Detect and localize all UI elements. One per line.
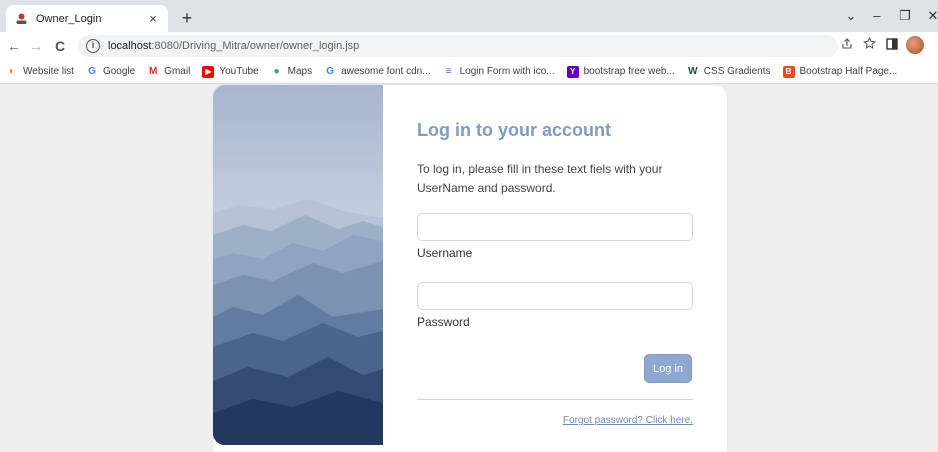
- bookmark-item[interactable]: Ybootstrap free web...: [566, 65, 675, 78]
- url-host: localhost: [108, 40, 152, 52]
- password-label: Password: [417, 315, 470, 329]
- close-window-button[interactable]: ✕: [922, 6, 938, 26]
- tab-search-icon[interactable]: ⌄: [840, 6, 862, 26]
- login-card: Log in to your account To log in, please…: [213, 85, 727, 452]
- bookmark-label: Google: [102, 66, 136, 77]
- bookmark-label: bootstrap free web...: [583, 66, 675, 77]
- share-icon[interactable]: [838, 37, 856, 55]
- codepen-icon: ≡: [445, 66, 452, 77]
- side-panel-icon[interactable]: [883, 37, 901, 55]
- page-content: Log in to your account To log in, please…: [0, 85, 938, 452]
- website-icon: ◐: [8, 66, 16, 77]
- tab-title: Owner_Login: [36, 12, 102, 25]
- bookmark-item[interactable]: ◐ Website list: [6, 66, 74, 78]
- youtube-icon: ▶: [202, 65, 215, 78]
- bookmark-label: awesome font cdn...: [341, 66, 431, 77]
- username-label: Username: [417, 246, 473, 260]
- minimize-button[interactable]: –: [866, 6, 888, 26]
- google-icon: G: [88, 66, 96, 77]
- site-favicon-icon: [14, 12, 28, 26]
- mountain-image: [213, 85, 383, 445]
- forgot-password-link[interactable]: Forgot password? Click here.: [563, 415, 693, 426]
- profile-avatar[interactable]: [906, 36, 924, 54]
- yahoo-icon: Y: [566, 65, 579, 78]
- tab-owner-login[interactable]: Owner_Login ×: [6, 5, 168, 32]
- url-path: :8080/Driving_Mitra/owner/owner_login.js…: [151, 40, 360, 52]
- maps-icon: ●: [273, 66, 280, 77]
- bookmark-item[interactable]: W CSS Gradients: [687, 66, 771, 78]
- tab-strip: Owner_Login × + ⌄ – ❐ ✕: [0, 0, 938, 32]
- bookmark-item[interactable]: M Gmail: [147, 66, 190, 78]
- bookmark-item[interactable]: B Bootstrap Half Page...: [782, 65, 898, 78]
- login-button[interactable]: Log in: [644, 354, 692, 383]
- forward-button[interactable]: →: [26, 36, 46, 56]
- bookmark-label: CSS Gradients: [703, 66, 771, 77]
- new-tab-button[interactable]: +: [176, 7, 198, 29]
- bookmark-label: YouTube: [219, 66, 259, 77]
- bookmark-star-icon[interactable]: [860, 36, 878, 55]
- reload-button[interactable]: C: [50, 36, 70, 56]
- gmail-icon: M: [149, 66, 158, 77]
- bookmarks-bar: ◐ Website list G Google M Gmail ▶ YouTube ● Maps G…: [0, 60, 938, 84]
- bookmark-label: Gmail: [164, 66, 191, 77]
- bookmark-item[interactable]: Gawesome font cdn...: [324, 66, 431, 78]
- bootstrap-icon: B: [782, 65, 795, 78]
- bookmark-item[interactable]: ● Maps: [271, 66, 312, 78]
- restore-button[interactable]: ❐: [894, 6, 916, 26]
- bookmark-label: Login Form with ico...: [459, 66, 555, 77]
- username-input[interactable]: [417, 213, 693, 241]
- form-divider: [417, 399, 693, 400]
- bookmark-item[interactable]: ≡ Login Form with ico...: [443, 66, 555, 78]
- password-input[interactable]: [417, 282, 693, 310]
- page-title: Log in to your account: [417, 120, 611, 140]
- browser-toolbar: ← → C i localhost:8080/Driving_Mitra/own…: [0, 32, 938, 60]
- google-icon: G: [326, 66, 334, 77]
- bookmark-label: Website list: [23, 66, 74, 77]
- bookmark-item[interactable]: ▶ YouTube: [202, 65, 259, 78]
- login-instructions: To log in, please fill in these text fie…: [417, 162, 663, 195]
- bookmark-item[interactable]: G Google: [86, 66, 135, 78]
- site-info-icon[interactable]: i: [86, 39, 100, 53]
- bookmark-label: Bootstrap Half Page...: [799, 66, 898, 77]
- bookmark-label: Maps: [287, 66, 313, 77]
- address-bar[interactable]: i localhost:8080/Driving_Mitra/owner/own…: [78, 35, 838, 57]
- tab-close-icon[interactable]: ×: [146, 11, 160, 26]
- webflow-icon: W: [688, 66, 698, 77]
- back-button[interactable]: ←: [4, 36, 24, 56]
